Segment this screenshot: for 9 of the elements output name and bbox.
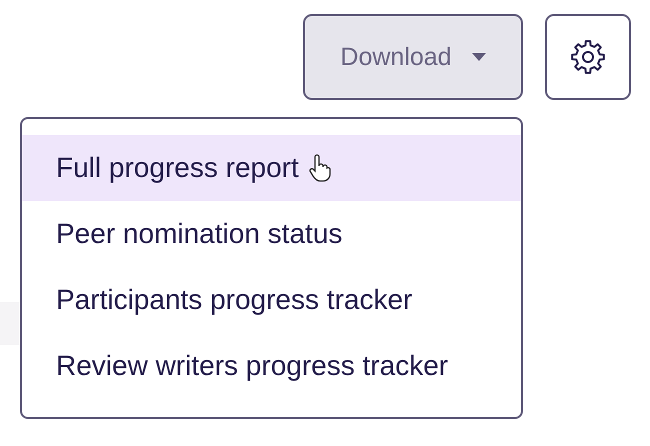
download-button[interactable]: Download <box>303 14 523 100</box>
caret-icon <box>472 53 486 61</box>
hand-cursor-icon <box>308 153 331 183</box>
menu-item[interactable]: Peer nomination status <box>22 201 521 267</box>
settings-button[interactable] <box>545 14 631 100</box>
menu-item[interactable]: Full progress report <box>22 135 521 201</box>
settings-icon <box>568 37 608 77</box>
menu-item[interactable]: Review writers progress tracker <box>22 333 521 399</box>
menu-item[interactable]: Participants progress tracker <box>22 267 521 333</box>
